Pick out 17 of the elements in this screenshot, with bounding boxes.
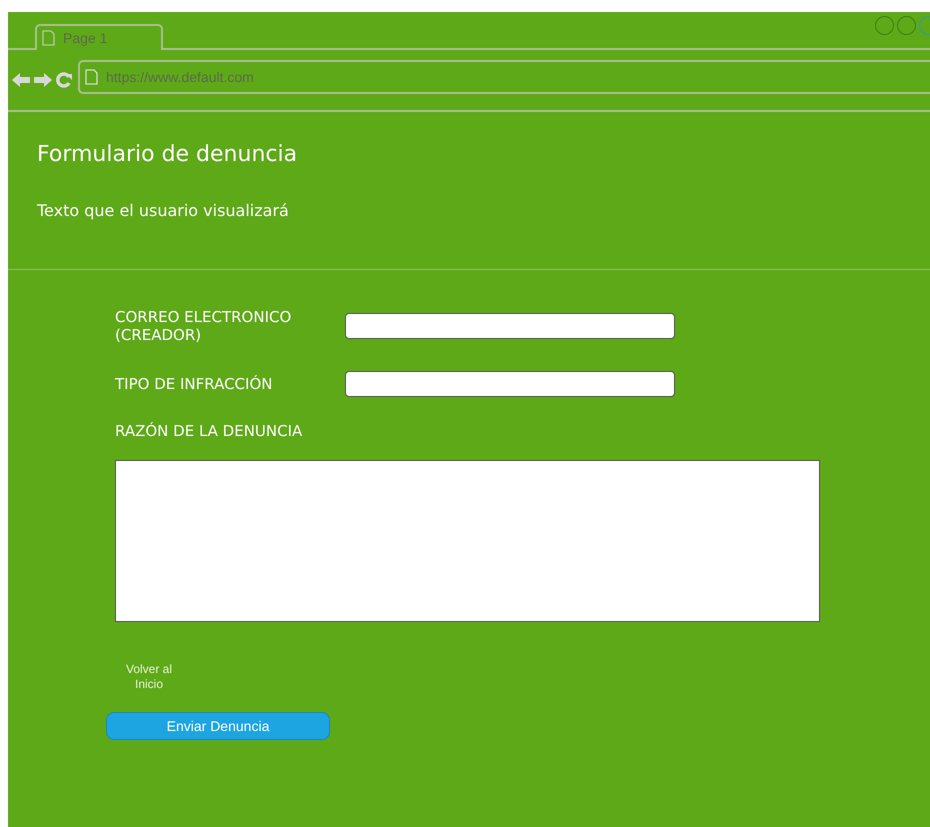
window-button[interactable] [875,16,894,35]
address-bar[interactable]: https://www.default.com [78,60,930,94]
submit-button[interactable]: Enviar Denuncia [106,712,330,740]
field-label: RAZÓN DE LA DENUNCIA [115,422,304,440]
reload-icon[interactable] [56,72,72,88]
page-icon [42,30,55,46]
back-link[interactable]: Volver al Inicio [119,662,179,692]
field-label: TIPO DE INFRACCIÓN [115,375,274,393]
input-field[interactable] [345,313,675,339]
page-title: Formulario de denuncia [37,142,298,167]
input-field[interactable] [345,371,675,397]
back-icon[interactable] [12,72,30,88]
forward-icon[interactable] [34,72,52,88]
window-button[interactable] [897,16,916,35]
browser-tab[interactable]: Page 1 [35,24,163,50]
page-subtitle: Texto que el usuario visualizará [37,201,290,220]
field-label: CORREO ELECTRONICO (CREADOR) [115,308,292,344]
